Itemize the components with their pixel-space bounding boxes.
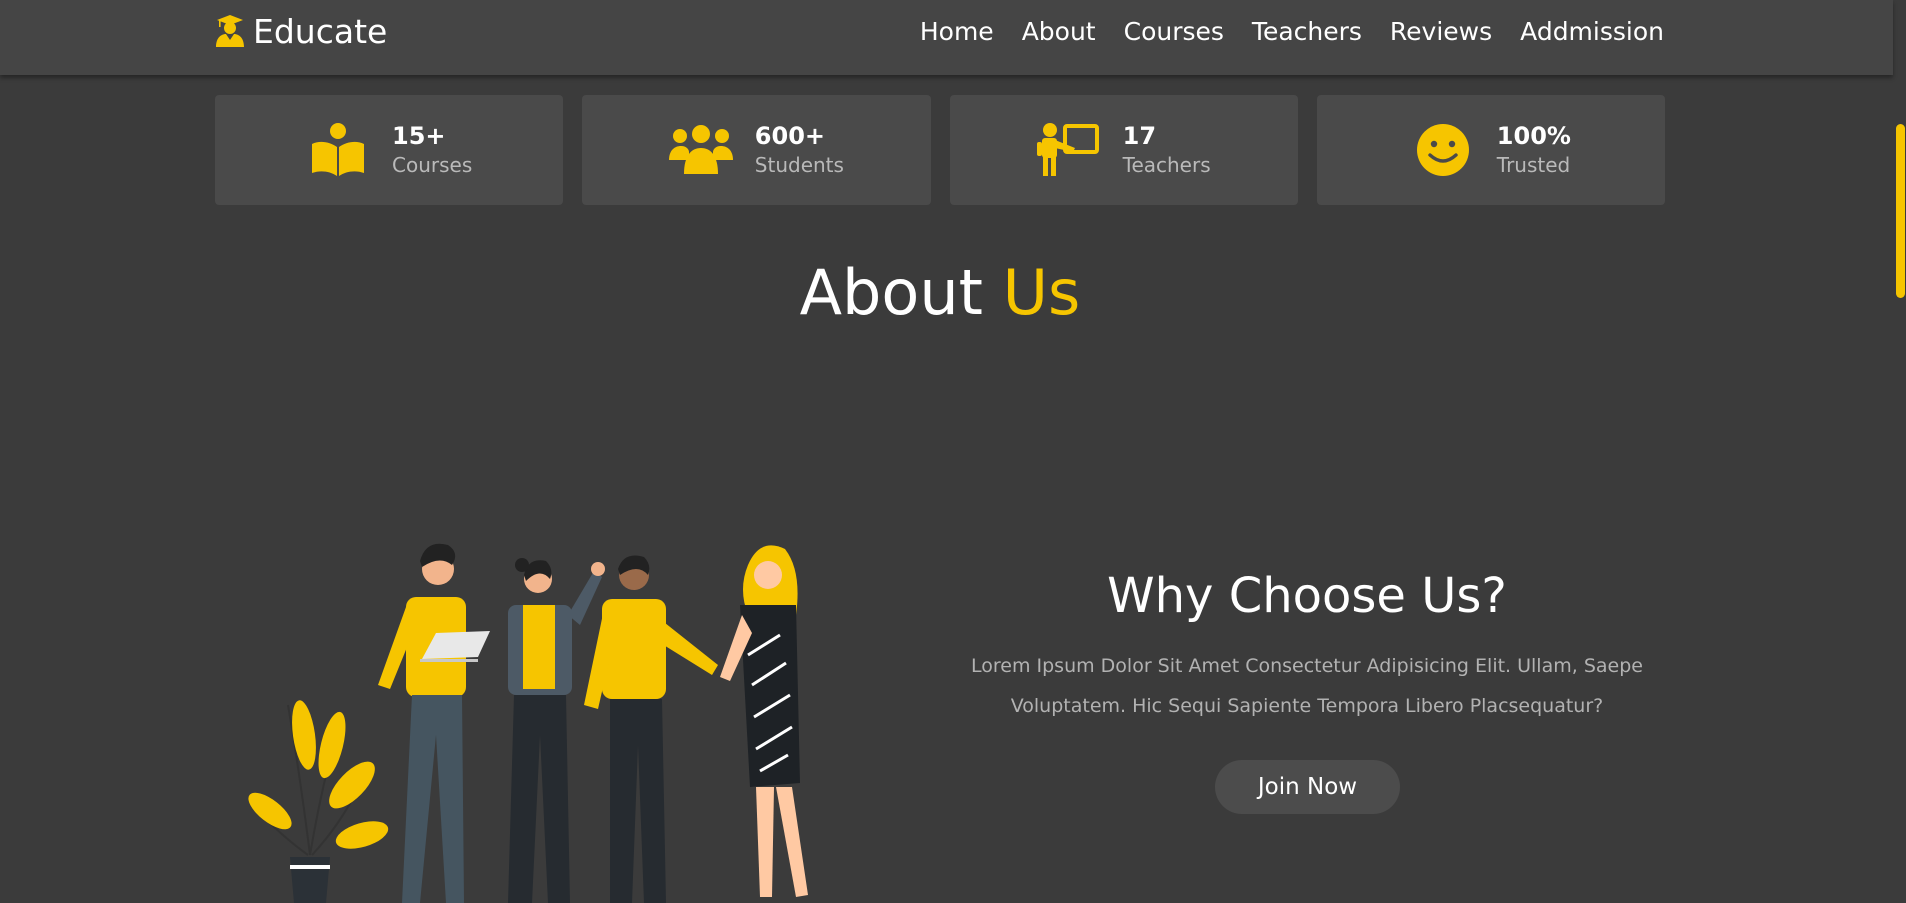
- stats-row: 15+ Courses 600+ Students 17 Teachers 10…: [215, 95, 1665, 205]
- nav-link-admission[interactable]: Addmission: [1520, 19, 1664, 44]
- smile-icon: [1416, 124, 1469, 176]
- stat-value: 17: [1122, 122, 1157, 150]
- title-accent: Us: [1002, 256, 1081, 329]
- why-choose-description: Lorem Ipsum Dolor Sit Amet Consectetur A…: [971, 655, 1643, 717]
- brand-name: Educate: [253, 11, 388, 51]
- stat-card-teachers: 17 Teachers: [949, 95, 1298, 205]
- why-choose-title: Why Choose Us?: [1107, 568, 1507, 624]
- teacher-icon: [1036, 123, 1099, 176]
- stat-card-courses: 15+ Courses: [215, 95, 564, 205]
- person-shaking-hands: [584, 555, 718, 903]
- title-main: About: [799, 256, 983, 329]
- logo[interactable]: Educate: [215, 10, 387, 52]
- person-waving: [508, 558, 605, 903]
- stat-value: 100%: [1496, 122, 1571, 150]
- nav-link-courses[interactable]: Courses: [1124, 19, 1224, 44]
- stat-label: Courses: [392, 153, 473, 177]
- section-title-about: About Us: [0, 256, 1880, 330]
- join-now-button[interactable]: Join Now: [1215, 760, 1400, 814]
- stat-card-trusted: 100% Trusted: [1316, 95, 1665, 205]
- stat-label: Students: [754, 153, 844, 177]
- main-nav: Home About Courses Teachers Reviews Addm…: [920, 14, 1664, 48]
- stat-value: 600+: [754, 122, 826, 150]
- stat-label: Trusted: [1496, 153, 1571, 177]
- nav-link-home[interactable]: Home: [920, 19, 994, 44]
- book-reader-icon: [312, 123, 364, 176]
- person-with-laptop: [378, 543, 490, 903]
- person-in-dress: [720, 545, 808, 897]
- nav-link-teachers[interactable]: Teachers: [1252, 19, 1362, 44]
- graduate-icon: [216, 15, 244, 47]
- users-icon: [668, 125, 733, 174]
- stat-label: Teachers: [1122, 153, 1211, 177]
- scrollbar[interactable]: [1893, 0, 1906, 903]
- team-illustration: [248, 543, 808, 903]
- nav-link-reviews[interactable]: Reviews: [1390, 19, 1492, 44]
- plant-illustration: [248, 700, 389, 903]
- stat-value: 15+: [392, 122, 446, 150]
- stat-card-students: 600+ Students: [582, 95, 931, 205]
- scrollbar-thumb[interactable]: [1896, 124, 1905, 298]
- site-header: Educate Home About Courses Teachers Revi…: [0, 0, 1893, 75]
- nav-link-about[interactable]: About: [1022, 19, 1096, 44]
